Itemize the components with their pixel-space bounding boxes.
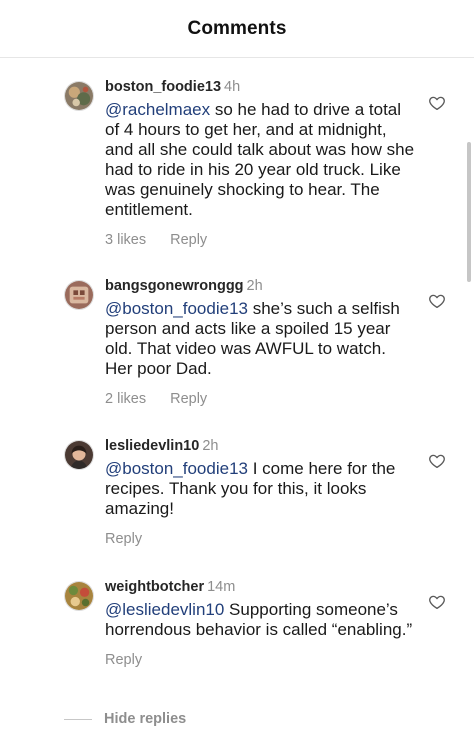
avatar[interactable] — [64, 440, 94, 470]
reply-button[interactable]: Reply — [170, 391, 207, 407]
comment-body: weightbotcher 14m @lesliedevlin10 Support… — [105, 578, 415, 668]
comment-actions: Reply — [105, 531, 415, 547]
comment-username[interactable]: bangsgonewronggg — [105, 278, 244, 294]
comment-meta: boston_foodie13 4h — [105, 78, 415, 97]
comment-actions: Reply — [105, 652, 415, 668]
hide-replies-label[interactable]: Hide replies — [104, 711, 186, 727]
comment-time: 14m — [207, 579, 236, 595]
comment-username[interactable]: weightbotcher — [105, 579, 204, 595]
comment-time: 2h — [246, 278, 263, 294]
avatar[interactable] — [64, 581, 94, 611]
comment-text: @boston_foodie13 she’s such a selfish pe… — [105, 299, 415, 379]
comments-screen: Comments boston_foodie13 4h @rachelmaex s… — [0, 0, 474, 752]
mention-link[interactable]: @boston_foodie13 — [105, 459, 248, 478]
comment-time: 2h — [202, 438, 219, 454]
heart-outline-icon[interactable] — [428, 94, 446, 112]
heart-outline-icon[interactable] — [428, 593, 446, 611]
heart-outline-icon[interactable] — [428, 292, 446, 310]
reply-button[interactable]: Reply — [105, 531, 142, 547]
mention-link[interactable]: @lesliedevlin10 — [105, 600, 224, 619]
comment-username[interactable]: boston_foodie13 — [105, 79, 221, 95]
mention-link[interactable]: @boston_foodie13 — [105, 299, 248, 318]
mention-link[interactable]: @rachelmaex — [105, 100, 210, 119]
comments-header: Comments — [0, 0, 474, 58]
comment-time: 4h — [224, 79, 241, 95]
heart-outline-icon[interactable] — [428, 452, 446, 470]
comment-username[interactable]: lesliedevlin10 — [105, 438, 199, 454]
comment-body: boston_foodie13 4h @rachelmaex so he had … — [105, 78, 415, 248]
divider — [64, 718, 92, 720]
comment-meta: bangsgonewronggg 2h — [105, 277, 415, 296]
scrollbar[interactable] — [467, 142, 471, 282]
avatar[interactable] — [64, 81, 94, 111]
comment-body: bangsgonewronggg 2h @boston_foodie13 she’… — [105, 277, 415, 407]
comment-meta: lesliedevlin10 2h — [105, 437, 415, 456]
comment-text: @boston_foodie13 I come here for the rec… — [105, 459, 415, 519]
comment-actions: 2 likes Reply — [105, 391, 415, 407]
reply-button[interactable]: Reply — [105, 652, 142, 668]
likes-count[interactable]: 2 likes — [105, 391, 146, 407]
hide-replies-button[interactable]: Hide replies — [64, 711, 186, 727]
page-title: Comments — [187, 17, 287, 39]
reply-button[interactable]: Reply — [170, 232, 207, 248]
comment-text: @lesliedevlin10 Supporting someone’s hor… — [105, 600, 415, 640]
comment-body: lesliedevlin10 2h @boston_foodie13 I come… — [105, 437, 415, 547]
likes-count[interactable]: 3 likes — [105, 232, 146, 248]
avatar[interactable] — [64, 280, 94, 310]
comment-text: @rachelmaex so he had to drive a total o… — [105, 100, 415, 220]
comment-meta: weightbotcher 14m — [105, 578, 415, 597]
comment-actions: 3 likes Reply — [105, 232, 415, 248]
